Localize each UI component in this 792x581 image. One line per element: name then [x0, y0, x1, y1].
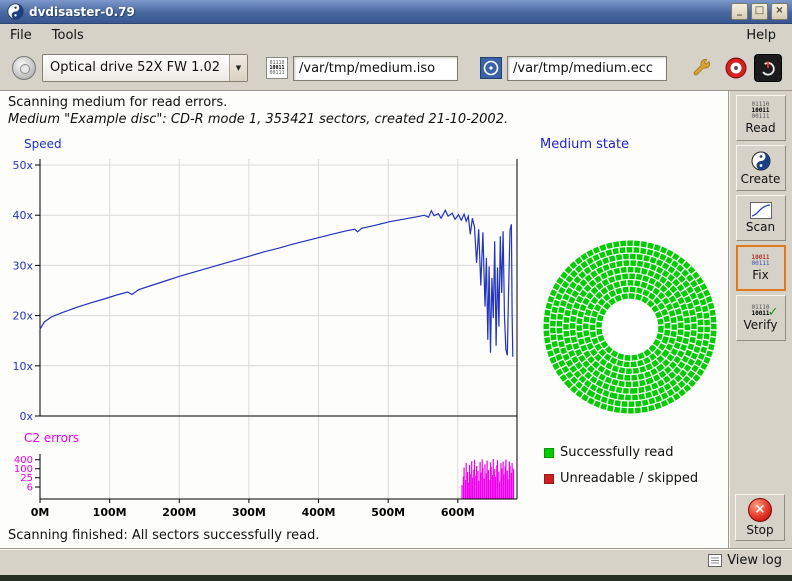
preferences-button[interactable]	[688, 54, 716, 82]
svg-text:C2 errors: C2 errors	[24, 431, 79, 445]
window-controls: _ □ ×	[731, 3, 788, 20]
maximize-button[interactable]: □	[751, 3, 768, 20]
scan-chart-icon	[750, 202, 772, 219]
titlebar: dvdisaster-0.79 _ □ ×	[0, 0, 792, 24]
chevron-down-icon: ▼	[229, 55, 247, 81]
log-button[interactable]	[722, 54, 750, 82]
svg-text:6: 6	[27, 483, 33, 494]
iso-path-input[interactable]	[293, 56, 458, 81]
fix-button[interactable]: 10011 00111 Fix	[736, 245, 786, 291]
svg-text:400M: 400M	[302, 506, 336, 519]
svg-text:600M: 600M	[441, 506, 475, 519]
fix-label: Fix	[752, 268, 768, 282]
read-label: Read	[745, 121, 775, 135]
create-label: Create	[741, 172, 781, 186]
svg-text:0M: 0M	[31, 506, 50, 519]
app-icon	[7, 3, 24, 20]
iso-file-icon: 01110 10011 00111	[266, 57, 288, 79]
create-button[interactable]: Create	[736, 145, 786, 191]
minimize-button[interactable]: _	[731, 3, 748, 20]
verify-icon: 01110 10011 ✓	[751, 305, 769, 317]
read-icon: 01110 10011 00111	[751, 102, 769, 120]
medium-state-panel: Medium state Successfully read Unreadabl…	[536, 135, 728, 535]
legend-read-label: Successfully read	[560, 445, 673, 460]
menubar: File Tools Help	[0, 24, 792, 46]
svg-text:300M: 300M	[232, 506, 266, 519]
stop-label: Stop	[746, 523, 773, 537]
svg-text:500M: 500M	[371, 506, 405, 519]
menu-help[interactable]: Help	[736, 26, 786, 45]
legend-skip-swatch	[544, 474, 554, 484]
footer-bar: View log	[0, 548, 792, 575]
content-area: Scanning medium for read errors. Medium …	[0, 91, 728, 548]
medium-state-title: Medium state	[540, 137, 629, 152]
binary-row: 00111	[269, 71, 284, 76]
log-list-icon	[708, 554, 722, 567]
svg-text:20x: 20x	[12, 310, 33, 323]
legend-skip-label: Unreadable / skipped	[560, 471, 698, 486]
svg-text:10x: 10x	[12, 360, 33, 373]
status-medium-info: Medium "Example disc": CD-R mode 1, 3534…	[8, 112, 508, 127]
binary-row: 00111	[751, 261, 769, 267]
stop-button[interactable]: × Stop	[735, 494, 785, 541]
verify-button[interactable]: 01110 10011 ✓ Verify	[736, 295, 786, 341]
medium-state-disc	[538, 235, 722, 419]
ecc-disc-glyph	[482, 59, 500, 77]
legend-read-swatch	[544, 448, 554, 458]
optical-drive-icon	[12, 56, 36, 80]
quit-button[interactable]	[754, 54, 782, 82]
menu-file[interactable]: File	[0, 26, 42, 45]
stop-icon: ×	[748, 498, 772, 522]
window-title: dvdisaster-0.79	[29, 5, 135, 19]
wrench-icon	[691, 57, 713, 79]
window-bottom-edge	[0, 575, 792, 581]
svg-text:50x: 50x	[12, 159, 33, 172]
red-ring-icon	[724, 56, 748, 80]
scan-label: Scan	[746, 220, 775, 234]
view-log-button[interactable]: View log	[708, 553, 782, 568]
ecc-file-icon	[480, 57, 502, 79]
svg-text:100M: 100M	[93, 506, 127, 519]
fix-icon: 10011 00111	[751, 255, 769, 267]
close-button[interactable]: ×	[771, 3, 788, 20]
svg-text:30x: 30x	[12, 259, 33, 272]
scan-charts: SpeedC2 errors50x40x30x20x10x0x400100256…	[8, 135, 532, 525]
svg-text:200M: 200M	[162, 506, 196, 519]
scan-result: Scanning finished: All sectors successfu…	[8, 528, 320, 543]
yin-yang-icon	[751, 151, 771, 171]
status-action: Scanning medium for read errors.	[8, 95, 227, 110]
scan-button[interactable]: Scan	[736, 195, 786, 241]
verify-label: Verify	[743, 318, 777, 332]
read-button[interactable]: 01110 10011 00111 Read	[736, 95, 786, 141]
legend-unreadable: Unreadable / skipped	[544, 471, 698, 486]
svg-text:0x: 0x	[19, 410, 33, 423]
ecc-path-input[interactable]	[507, 56, 667, 81]
binary-row: 00111	[751, 114, 769, 120]
check-icon: ✓	[768, 305, 779, 320]
power-icon	[758, 58, 778, 78]
toolbar: Optical drive 52X FW 1.02 ▼ 01110 10011 …	[0, 46, 792, 91]
menu-tools[interactable]: Tools	[42, 26, 94, 45]
svg-text:40x: 40x	[12, 209, 33, 222]
legend-successfully-read: Successfully read	[544, 445, 673, 460]
svg-text:Speed: Speed	[24, 137, 62, 151]
drive-select-value: Optical drive 52X FW 1.02	[43, 55, 229, 81]
action-sidebar: 01110 10011 00111 Read Create Scan 10011…	[728, 91, 792, 548]
view-log-label: View log	[727, 553, 782, 568]
drive-select[interactable]: Optical drive 52X FW 1.02 ▼	[42, 54, 248, 82]
